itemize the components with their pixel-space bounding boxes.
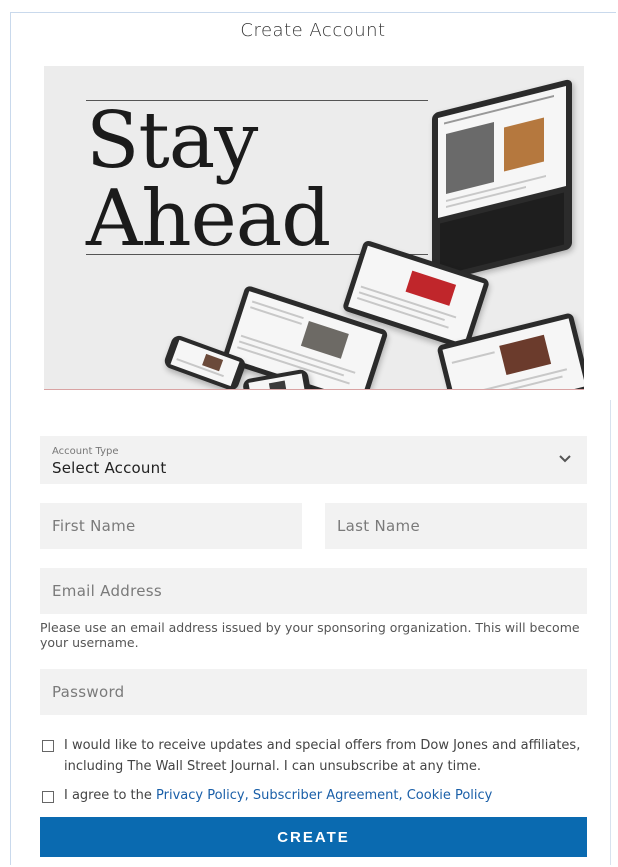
hero-headline-line2: Ahead bbox=[86, 174, 331, 264]
privacy-policy-link[interactable]: Privacy Policy bbox=[156, 788, 245, 803]
updates-checkbox[interactable] bbox=[42, 740, 54, 752]
agree-separator: , bbox=[244, 788, 253, 803]
agree-separator: , bbox=[398, 788, 407, 803]
subscriber-agreement-link[interactable]: Subscriber Agreement bbox=[253, 788, 399, 803]
hero-banner: Stay Ahead bbox=[44, 66, 584, 390]
email-field[interactable]: Email Address bbox=[40, 568, 587, 614]
cookie-policy-link[interactable]: Cookie Policy bbox=[407, 788, 493, 803]
first-name-field[interactable]: First Name bbox=[40, 503, 302, 549]
create-button[interactable]: CREATE bbox=[40, 817, 587, 857]
last-name-placeholder: Last Name bbox=[337, 517, 420, 535]
chevron-down-icon bbox=[559, 455, 571, 463]
account-type-value: Select Account bbox=[52, 459, 167, 477]
laptop-image bbox=[432, 78, 572, 284]
hero-headline: Stay Ahead bbox=[86, 96, 331, 264]
agree-text: I agree to the Privacy Policy, Subscribe… bbox=[64, 785, 584, 806]
account-type-select[interactable]: Account Type Select Account bbox=[40, 436, 587, 484]
email-hint: Please use an email address issued by yo… bbox=[40, 620, 580, 650]
divider bbox=[610, 400, 611, 865]
password-placeholder: Password bbox=[52, 683, 125, 701]
hero-headline-line1: Stay bbox=[86, 96, 258, 186]
agree-prefix: I agree to the bbox=[64, 788, 157, 803]
account-type-label: Account Type bbox=[52, 446, 119, 457]
last-name-field[interactable]: Last Name bbox=[325, 503, 587, 549]
password-field[interactable]: Password bbox=[40, 669, 587, 715]
agree-checkbox[interactable] bbox=[42, 791, 54, 803]
email-placeholder: Email Address bbox=[52, 582, 163, 600]
updates-consent-text: I would like to receive updates and spec… bbox=[64, 738, 581, 774]
first-name-placeholder: First Name bbox=[52, 517, 136, 535]
page-title: Create Account bbox=[240, 20, 386, 41]
